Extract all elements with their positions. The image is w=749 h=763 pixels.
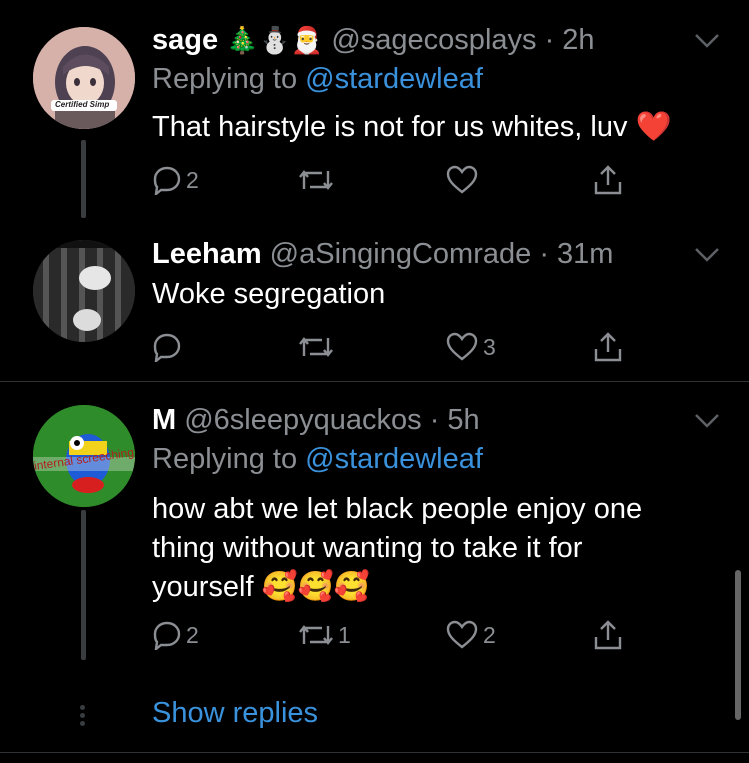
show-replies-link[interactable]: Show replies bbox=[152, 697, 318, 730]
reply-icon bbox=[153, 333, 181, 362]
heart-icon bbox=[446, 165, 478, 194]
reply-button[interactable]: 2 bbox=[152, 163, 199, 197]
share-icon bbox=[594, 332, 622, 362]
reply-icon bbox=[153, 621, 181, 650]
retweet-icon bbox=[299, 337, 333, 357]
chevron-down-icon[interactable] bbox=[694, 413, 720, 429]
tweet-text: Woke segregation bbox=[152, 278, 386, 310]
replying-handle[interactable]: @stardewleaf bbox=[305, 63, 483, 95]
tweet-divider bbox=[0, 381, 749, 382]
replying-prefix: Replying to bbox=[152, 443, 298, 475]
retweet-button[interactable] bbox=[298, 330, 338, 364]
retweet-icon bbox=[299, 170, 333, 190]
thread-line bbox=[81, 510, 86, 660]
heart-icon bbox=[446, 620, 478, 649]
avatar-illustration bbox=[33, 240, 135, 342]
tweet-divider bbox=[0, 752, 749, 753]
like-button[interactable]: 2 bbox=[445, 618, 496, 652]
handle[interactable]: @sagecosplays bbox=[331, 24, 536, 56]
reply-count: 2 bbox=[186, 166, 199, 193]
tweet-body-line-3-text: yourself bbox=[152, 571, 254, 603]
like-count: 3 bbox=[483, 333, 496, 360]
retweet-button[interactable]: 1 bbox=[298, 618, 351, 652]
reply-icon bbox=[153, 166, 181, 195]
tweet-header: sage 🎄⛄🎅 @sagecosplays · 2h bbox=[152, 23, 595, 57]
share-button[interactable] bbox=[592, 330, 624, 364]
reply-button[interactable] bbox=[152, 330, 186, 364]
share-button[interactable] bbox=[592, 163, 624, 197]
replying-to: Replying to @stardewleaf bbox=[152, 63, 483, 96]
handle[interactable]: @aSingingComrade bbox=[270, 238, 532, 270]
avatar-badge: Certified Simp bbox=[55, 100, 110, 109]
avatar[interactable] bbox=[33, 240, 135, 342]
tweet-header: M @6sleepyquackos · 5h bbox=[152, 403, 480, 437]
replying-prefix: Replying to bbox=[152, 63, 298, 95]
avatar-illustration bbox=[33, 27, 135, 129]
tweet-actions: 2 1 2 bbox=[152, 618, 632, 652]
timestamp[interactable]: · 2h bbox=[545, 24, 595, 56]
name-emoji: 🎄⛄🎅 bbox=[226, 25, 324, 55]
replying-handle[interactable]: @stardewleaf bbox=[305, 443, 483, 475]
display-name[interactable]: Leeham bbox=[152, 238, 262, 270]
tweet-body: That hairstyle is not for us whites, luv bbox=[152, 111, 628, 143]
handle[interactable]: @6sleepyquackos bbox=[184, 404, 421, 436]
tweet-body-line-2: thing without wanting to take it for bbox=[152, 532, 583, 564]
share-icon bbox=[594, 620, 622, 650]
reply-count: 2 bbox=[186, 621, 199, 648]
share-icon bbox=[594, 165, 622, 195]
display-name[interactable]: sage bbox=[152, 24, 218, 56]
like-button[interactable] bbox=[445, 163, 483, 197]
heart-emoji: ❤️ bbox=[635, 111, 672, 143]
avatar[interactable]: internal screeching bbox=[33, 405, 135, 507]
replying-to: Replying to @stardewleaf bbox=[152, 443, 483, 476]
tweet-actions: 3 bbox=[152, 330, 632, 364]
timestamp[interactable]: · 31m bbox=[539, 238, 613, 270]
heart-icon bbox=[446, 332, 478, 361]
chevron-down-icon[interactable] bbox=[694, 33, 720, 49]
retweet-count: 1 bbox=[338, 621, 351, 648]
smiling-hearts-emoji: 🥰🥰🥰 bbox=[261, 571, 370, 603]
thread-line bbox=[81, 140, 86, 218]
tweet-body-line-3: yourself 🥰🥰🥰 bbox=[152, 568, 712, 607]
retweet-icon bbox=[299, 625, 333, 645]
reply-button[interactable]: 2 bbox=[152, 618, 199, 652]
chevron-down-icon[interactable] bbox=[694, 247, 720, 263]
tweet-text: how abt we let black people enjoy one th… bbox=[152, 490, 712, 607]
like-count: 2 bbox=[483, 621, 496, 648]
timestamp[interactable]: · 5h bbox=[430, 404, 480, 436]
retweet-button[interactable] bbox=[298, 163, 338, 197]
tweet-text: That hairstyle is not for us whites, luv… bbox=[152, 108, 712, 147]
tweet-body-line-1: how abt we let black people enjoy one bbox=[152, 493, 643, 525]
share-button[interactable] bbox=[592, 618, 624, 652]
scrollbar[interactable] bbox=[735, 570, 741, 720]
display-name[interactable]: M bbox=[152, 404, 176, 436]
tweet-header: Leeham @aSingingComrade · 31m bbox=[152, 237, 613, 271]
avatar[interactable]: Certified Simp bbox=[33, 27, 135, 129]
thread-dots-icon bbox=[80, 702, 88, 729]
tweet-actions: 2 bbox=[152, 163, 632, 197]
like-button[interactable]: 3 bbox=[445, 330, 496, 364]
